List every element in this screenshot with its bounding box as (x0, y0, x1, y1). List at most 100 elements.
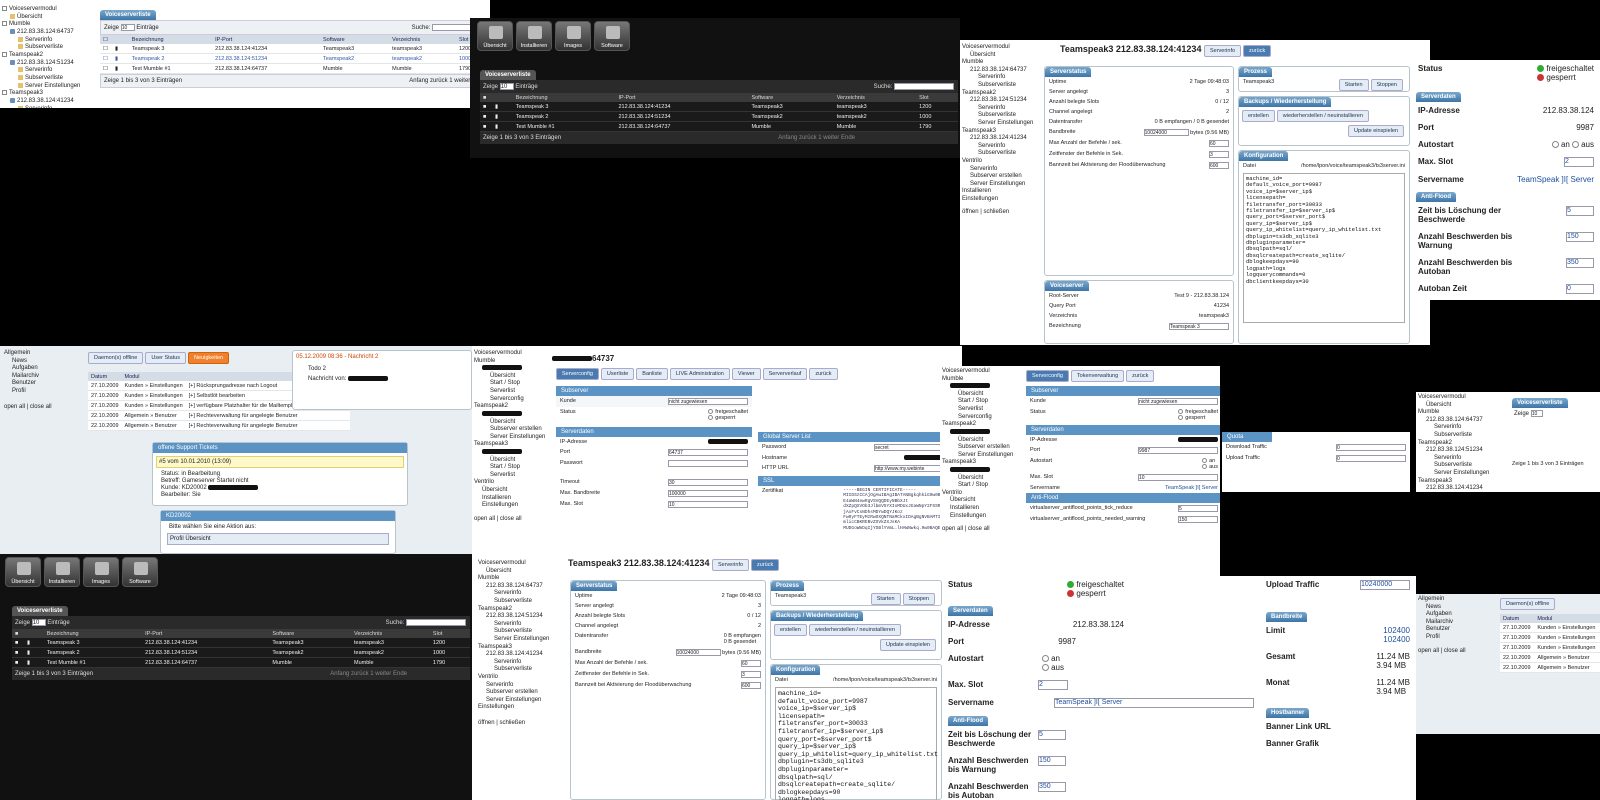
tree-serverinfo[interactable]: Serverinfo (478, 682, 560, 690)
tab-serverconfig[interactable]: Serverconfig (556, 368, 599, 380)
table-row[interactable]: 22.10.2009 Allgemein » Benutzer [+] Rechte… (88, 420, 351, 431)
tree-installieren[interactable]: Installieren (962, 188, 1044, 196)
kunde-select[interactable]: nicht zugewiesen (668, 398, 748, 405)
autostart-on-radio[interactable] (1551, 141, 1559, 149)
pager-last[interactable]: Ende (393, 671, 407, 677)
col-header[interactable]: Verzeichnis (833, 93, 917, 103)
antiflood-input[interactable]: 150 (1038, 756, 1066, 766)
ticket-title[interactable]: #5 vom 10.01.2010 (13:09) (156, 456, 404, 468)
nav-mailarchiv[interactable]: Mailarchiv (4, 373, 52, 381)
tab-daemons[interactable]: Daemon(s) offline (88, 352, 144, 364)
tree-overview[interactable]: Übersicht (942, 437, 1024, 445)
tree-subserverliste[interactable]: Subserverliste (2, 75, 97, 83)
col-header[interactable]: IP-Port (615, 93, 749, 103)
servername-input[interactable]: TeamSpeak ]I[ Server (1165, 485, 1218, 491)
tree-subserverliste[interactable]: Subserverliste (962, 82, 1044, 90)
tree-subserver-erstellen[interactable]: Subserver erstellen (474, 426, 556, 434)
password-input[interactable] (668, 460, 748, 467)
tree-ts2[interactable]: Teamspeak2 (478, 606, 560, 614)
bandwidth-input[interactable]: 100000 (668, 490, 748, 497)
antiflood-input[interactable]: 5 (1038, 730, 1066, 740)
pager-first[interactable]: Anfang (778, 135, 797, 141)
antiflood-input[interactable]: 0 (1566, 284, 1594, 294)
serverinfo-button[interactable]: Serverinfo (1203, 45, 1242, 57)
pager-next[interactable]: weiter (375, 671, 391, 677)
tree-ts3-server[interactable] (474, 448, 556, 457)
collapse-icon[interactable] (2, 90, 7, 96)
tree-root[interactable]: Voiceservermodul (2, 6, 97, 14)
pager-first[interactable]: Anfang (330, 671, 349, 677)
col-header[interactable]: Verzeichnis (351, 629, 430, 639)
tree-ts2[interactable]: Teamspeak2 (1418, 440, 1489, 448)
tree-subserverliste[interactable]: Subserverliste (478, 628, 560, 636)
tree-root[interactable]: Voiceservermodul (478, 560, 560, 568)
slot-input[interactable]: 10 (668, 501, 748, 508)
tree-mumble[interactable]: Mumble (962, 59, 1044, 67)
tree-server-einstellungen[interactable]: Server Einstellungen (1418, 470, 1489, 478)
tree-serverinfo[interactable]: Serverinfo (2, 67, 97, 75)
bandwidth-input[interactable]: 10024000 (675, 649, 721, 656)
tree-serverinfo[interactable]: Serverinfo (2, 105, 97, 108)
port-input[interactable]: 9987 (1138, 447, 1218, 454)
status-free-radio[interactable] (1178, 409, 1184, 415)
tree-start-stop[interactable]: Start / Stop (942, 482, 1024, 490)
table-row[interactable]: 22.10.2009 Allgemein » Benutzer [+] Rechte… (88, 410, 351, 421)
nav-news[interactable]: News (4, 358, 52, 366)
tree-ts2-server[interactable]: 212.83.38.124:51234 (962, 97, 1044, 105)
slot-input[interactable]: 2 (1038, 680, 1068, 690)
col-header[interactable]: Slot (429, 629, 470, 639)
tree-overview[interactable]: Übersicht (962, 52, 1044, 60)
nav-benutzer[interactable]: Benutzer (4, 380, 52, 388)
pager-page[interactable]: 1 (818, 135, 821, 141)
tree-einstellungen[interactable]: Einstellungen (962, 196, 1044, 204)
tree-overview[interactable]: Übersicht (942, 475, 1024, 483)
tree-server-einstellungen[interactable]: Server Einstellungen (942, 452, 1024, 460)
nav-profil[interactable]: Profil (1418, 634, 1466, 642)
table-row[interactable]: 27.10.2009 Kunden » Einstellungen (1500, 623, 1600, 633)
tree-ts2-server[interactable]: 212.83.38.124:51234 (1418, 447, 1489, 455)
page-length-select[interactable]: 10 (1530, 410, 1543, 417)
timeout-input[interactable]: 30 (668, 479, 748, 486)
servername-input[interactable]: TeamSpeak ]I[ Server (1517, 175, 1594, 184)
tree-server-einstellungen[interactable]: Server Einstellungen (2, 82, 97, 91)
autostart-off-radio[interactable] (1572, 141, 1580, 149)
pager-next[interactable]: weiter (454, 78, 470, 84)
tree-serverinfo[interactable]: Serverinfo (962, 74, 1044, 82)
tree-einstellungen[interactable]: Einstellungen (478, 704, 560, 712)
start-button[interactable]: Starten (1338, 79, 1369, 91)
toolbar-overview-button[interactable]: Übersicht (477, 21, 513, 51)
backup-restore-button[interactable]: wiederherstellen / neuinstallieren (808, 624, 901, 636)
tree-mumble-server[interactable] (474, 365, 556, 373)
collapse-icon[interactable] (2, 6, 7, 11)
tab-back[interactable]: zurück (809, 368, 838, 380)
config-textarea[interactable]: machine_id= default_voice_port=9987 voic… (1243, 173, 1405, 323)
tree-ts3[interactable]: Teamspeak3 (942, 459, 1024, 467)
bantime-input[interactable]: 600 (1209, 162, 1229, 169)
tree-mumble[interactable]: Mumble (478, 575, 560, 583)
tree-start-stop[interactable]: Start / Stop (474, 380, 556, 388)
table-row[interactable]: 27.10.2009 Kunden » Einstellungen (1500, 632, 1600, 643)
search-input[interactable] (894, 83, 954, 90)
collapse-icon[interactable] (2, 21, 7, 27)
download-input[interactable]: 0 (1336, 444, 1406, 451)
tree-subserverliste[interactable]: Subserverliste (962, 112, 1044, 120)
toolbar-software-button[interactable]: Software (594, 21, 630, 51)
tree-server-einstellungen[interactable]: Server Einstellungen (478, 636, 560, 644)
tree-server-einstellungen[interactable]: Server Einstellungen (962, 120, 1044, 128)
antiflood-input[interactable]: 150 (1566, 232, 1594, 242)
timewindow-input[interactable]: 3 (741, 671, 761, 678)
update-button[interactable]: Update einspielen (879, 639, 936, 651)
tree-subserver-erstellen[interactable]: Subserver erstellen (942, 444, 1024, 452)
tab-user-status[interactable]: User Status (145, 352, 187, 364)
autostart-on-radio[interactable] (1202, 458, 1208, 464)
table-row[interactable]: ■ ▮ Teamspeak 2 212.83.38.124:51234 Teamspea… (12, 647, 470, 659)
col-header[interactable]: Software (748, 93, 834, 103)
tree-overview[interactable]: Übersicht (474, 373, 556, 381)
slot-input[interactable]: 10 (1138, 474, 1218, 481)
page-length-select[interactable]: 10 (499, 83, 514, 90)
status-locked-radio[interactable] (1178, 415, 1184, 421)
row-checkbox[interactable]: ☐ (100, 53, 112, 65)
status-locked-radio[interactable] (708, 415, 714, 421)
tree-serverinfo[interactable]: Serverinfo (1418, 424, 1489, 432)
upload-input[interactable]: 0 (1336, 455, 1406, 462)
